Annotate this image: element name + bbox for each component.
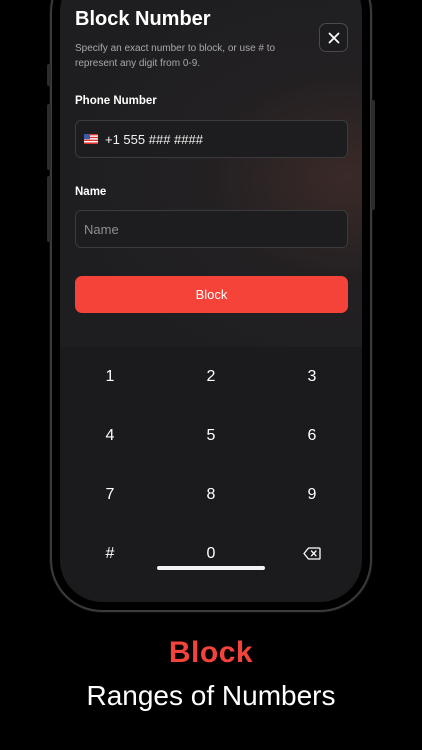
phone-power-button <box>371 100 375 210</box>
home-indicator <box>157 566 265 570</box>
phone-number-label: Phone Number <box>75 95 157 107</box>
sheet-title: Block Number <box>75 8 211 30</box>
key-5[interactable]: 5 <box>161 406 261 465</box>
phone-mute-switch <box>47 64 51 86</box>
us-flag-icon <box>84 134 98 144</box>
block-number-sheet: Block Number Specify an exact number to … <box>60 0 362 347</box>
key-6[interactable]: 6 <box>262 406 362 465</box>
key-3[interactable]: 3 <box>262 347 362 406</box>
name-field[interactable] <box>75 210 348 248</box>
sheet-subtitle: Specify an exact number to block, or use… <box>75 43 276 69</box>
numeric-keypad: 1 2 3 4 5 6 7 8 9 # 0 <box>60 347 362 602</box>
key-1[interactable]: 1 <box>60 347 160 406</box>
phone-number-field[interactable]: +1 555 ### #### <box>75 120 348 158</box>
key-hash[interactable]: # <box>60 524 160 583</box>
backspace-icon <box>303 547 321 560</box>
backspace-key[interactable] <box>262 524 362 583</box>
key-9[interactable]: 9 <box>262 465 362 524</box>
key-2[interactable]: 2 <box>161 347 261 406</box>
name-label: Name <box>75 186 107 198</box>
phone-screen: Block Number Specify an exact number to … <box>60 0 362 602</box>
key-7[interactable]: 7 <box>60 465 160 524</box>
close-icon <box>328 32 339 43</box>
close-button[interactable] <box>319 23 348 52</box>
block-button[interactable]: Block <box>75 276 348 313</box>
phone-volume-up <box>47 104 51 170</box>
key-8[interactable]: 8 <box>161 465 261 524</box>
phone-volume-down <box>47 176 51 242</box>
name-input[interactable] <box>84 221 347 237</box>
phone-number-value: +1 555 ### #### <box>105 131 203 147</box>
caption-subline: Ranges of Numbers <box>86 680 336 711</box>
caption-headline: Block <box>168 636 254 669</box>
key-4[interactable]: 4 <box>60 406 160 465</box>
key-0[interactable]: 0 <box>161 524 261 583</box>
